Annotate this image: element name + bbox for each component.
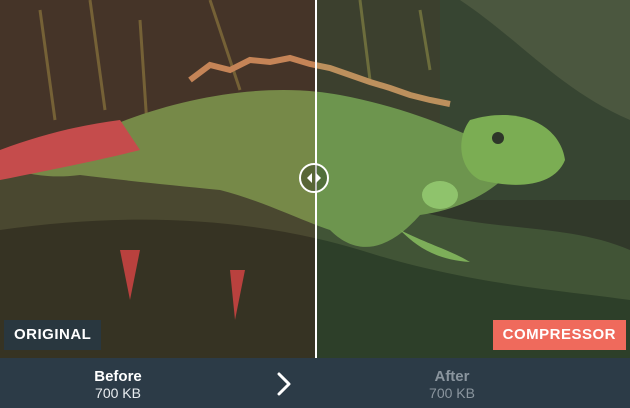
- iguana-photo-compressed: [316, 0, 630, 358]
- compressed-image: [316, 0, 630, 358]
- after-info: After 700 KB: [352, 358, 552, 408]
- original-image: [0, 0, 316, 358]
- image-compare-viewer[interactable]: ORIGINAL COMPRESSOR: [0, 0, 630, 358]
- iguana-photo-original: [0, 0, 316, 358]
- chevron-right-icon[interactable]: [272, 371, 296, 397]
- before-info: Before 700 KB: [18, 358, 218, 408]
- left-right-arrows-icon: [307, 173, 321, 183]
- after-label: After: [434, 368, 470, 385]
- comparison-footer: Before 700 KB After 700 KB: [0, 358, 630, 408]
- after-size: 700 KB: [429, 385, 475, 401]
- before-size: 700 KB: [95, 385, 141, 401]
- compare-slider-handle[interactable]: [299, 163, 329, 193]
- compressor-badge: COMPRESSOR: [492, 320, 626, 350]
- original-badge: ORIGINAL: [4, 320, 102, 350]
- before-label: Before: [94, 368, 142, 385]
